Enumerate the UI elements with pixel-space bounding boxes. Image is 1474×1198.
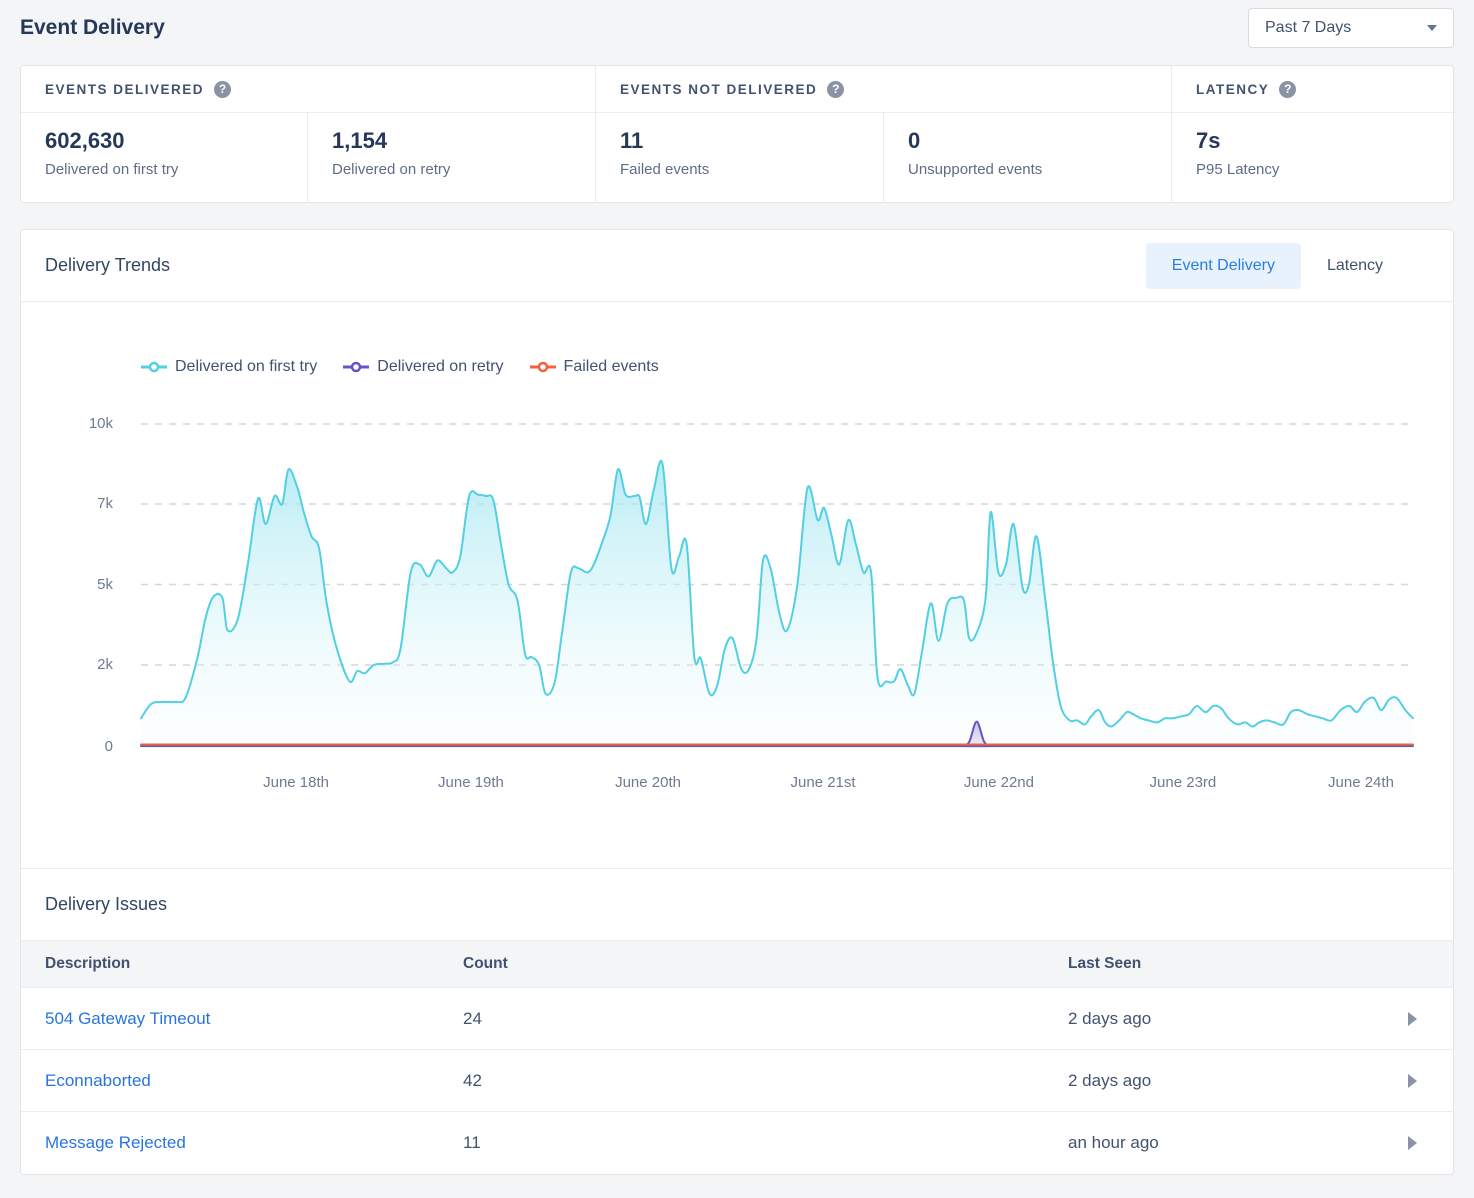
- issue-count: 24: [439, 1009, 1044, 1029]
- x-axis-tick: June 18th: [263, 774, 329, 791]
- tab-latency[interactable]: Latency: [1301, 243, 1409, 289]
- chevron-down-icon: [1427, 25, 1437, 31]
- stats-card: EVENTS DELIVERED ? EVENTS NOT DELIVERED …: [20, 65, 1454, 203]
- stats-grid: EVENTS DELIVERED ? EVENTS NOT DELIVERED …: [21, 66, 1453, 202]
- delivery-trends-chart: Delivered on first try Delivered on retr…: [21, 302, 1453, 868]
- table-row[interactable]: Message Rejected 11 an hour ago: [21, 1112, 1453, 1174]
- metric-value: 1,154: [332, 128, 595, 154]
- metric-delivered-first-try: 602,630 Delivered on first try: [21, 113, 308, 202]
- row-expand-button[interactable]: [1357, 1136, 1455, 1150]
- x-axis-tick: June 21st: [791, 774, 856, 791]
- trends-header: Delivery Trends Event Delivery Latency: [21, 230, 1453, 302]
- x-axis-tick: June 24th: [1328, 774, 1394, 791]
- chevron-right-icon: [1408, 1074, 1417, 1088]
- issue-count: 11: [439, 1133, 1044, 1153]
- help-icon[interactable]: ?: [214, 81, 231, 98]
- stats-header-label: EVENTS NOT DELIVERED: [620, 82, 817, 97]
- x-axis-tick: June 20th: [615, 774, 681, 791]
- issue-last-seen: an hour ago: [1044, 1133, 1357, 1153]
- issue-count: 42: [439, 1071, 1044, 1091]
- event-delivery-page: Event Delivery Past 7 Days EVENTS DELIVE…: [0, 0, 1474, 1175]
- metric-label: Delivered on retry: [332, 161, 595, 178]
- issue-link[interactable]: Econnaborted: [21, 1071, 439, 1091]
- issues-heading-row: Delivery Issues: [21, 868, 1453, 940]
- metric-label: P95 Latency: [1196, 161, 1455, 178]
- col-count: Count: [439, 955, 1044, 973]
- col-last-seen: Last Seen: [1044, 955, 1357, 973]
- row-expand-button[interactable]: [1357, 1074, 1455, 1088]
- metric-p95-latency: 7s P95 Latency: [1172, 113, 1455, 202]
- metric-label: Delivered on first try: [45, 161, 307, 178]
- x-axis-tick: June 22nd: [964, 774, 1034, 791]
- x-axis-tick: June 19th: [438, 774, 504, 791]
- issue-last-seen: 2 days ago: [1044, 1009, 1357, 1029]
- stats-header-latency: LATENCY ?: [1172, 66, 1455, 113]
- metric-unsupported-events: 0 Unsupported events: [884, 113, 1172, 202]
- stats-header-events-delivered: EVENTS DELIVERED ?: [21, 66, 596, 113]
- issues-table-header: Description Count Last Seen: [21, 940, 1453, 988]
- page-title: Event Delivery: [20, 16, 165, 40]
- row-expand-button[interactable]: [1357, 1012, 1455, 1026]
- table-row[interactable]: Econnaborted 42 2 days ago: [21, 1050, 1453, 1112]
- stats-header-label: EVENTS DELIVERED: [45, 82, 204, 97]
- metric-label: Failed events: [620, 161, 883, 178]
- x-axis-tick: June 23rd: [1150, 774, 1217, 791]
- chart-canvas: [21, 302, 1457, 868]
- chevron-right-icon: [1408, 1012, 1417, 1026]
- help-icon[interactable]: ?: [1279, 81, 1296, 98]
- metric-value: 602,630: [45, 128, 307, 154]
- chevron-right-icon: [1408, 1136, 1417, 1150]
- metric-delivered-retry: 1,154 Delivered on retry: [308, 113, 596, 202]
- table-row[interactable]: 504 Gateway Timeout 24 2 days ago: [21, 988, 1453, 1050]
- metric-failed-events: 11 Failed events: [596, 113, 884, 202]
- metric-label: Unsupported events: [908, 161, 1171, 178]
- delivery-issues-table: Description Count Last Seen 504 Gateway …: [21, 940, 1453, 1174]
- issue-last-seen: 2 days ago: [1044, 1071, 1357, 1091]
- metric-value: 0: [908, 128, 1171, 154]
- trends-tabs: Event Delivery Latency: [1146, 230, 1453, 301]
- col-description: Description: [21, 955, 439, 973]
- issue-link[interactable]: 504 Gateway Timeout: [21, 1009, 439, 1029]
- tab-event-delivery[interactable]: Event Delivery: [1146, 243, 1301, 289]
- stats-header-events-not-delivered: EVENTS NOT DELIVERED ?: [596, 66, 1172, 113]
- time-range-value: Past 7 Days: [1265, 19, 1351, 37]
- stats-header-label: LATENCY: [1196, 82, 1269, 97]
- time-range-dropdown[interactable]: Past 7 Days: [1248, 8, 1454, 48]
- issues-title: Delivery Issues: [45, 894, 167, 915]
- metric-value: 7s: [1196, 128, 1455, 154]
- trends-title: Delivery Trends: [45, 255, 170, 276]
- metric-value: 11: [620, 128, 883, 154]
- top-bar: Event Delivery Past 7 Days: [20, 0, 1454, 46]
- issue-link[interactable]: Message Rejected: [21, 1133, 439, 1153]
- help-icon[interactable]: ?: [827, 81, 844, 98]
- delivery-trends-card: Delivery Trends Event Delivery Latency D…: [20, 229, 1454, 1175]
